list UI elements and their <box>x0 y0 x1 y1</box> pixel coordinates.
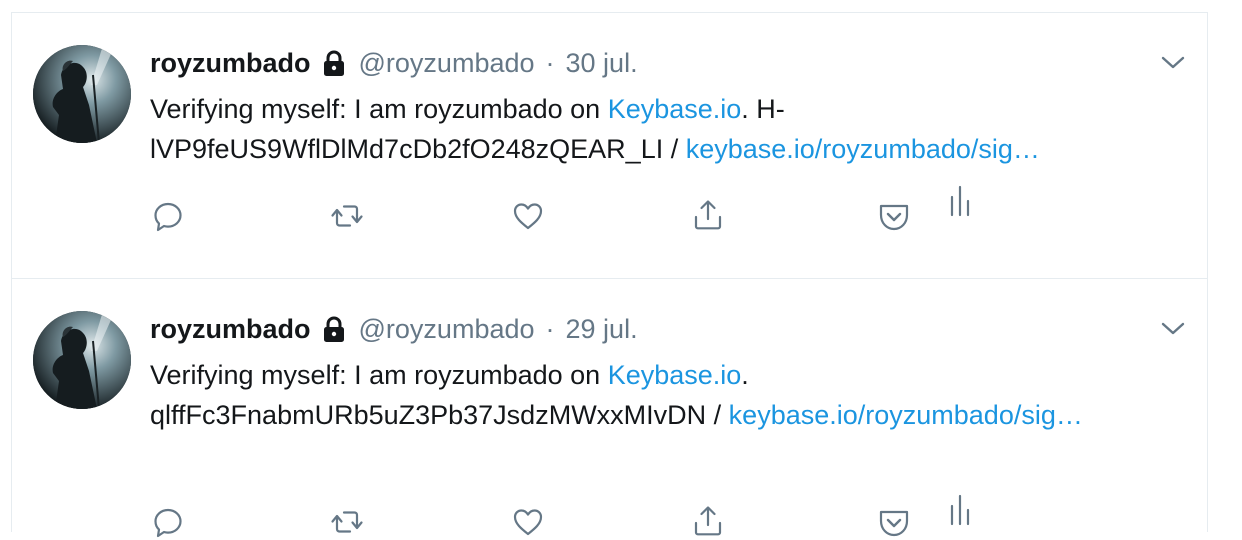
tweet-text: Verifying myself: I am royzumbado on Key… <box>150 89 1170 169</box>
separator-dot: · <box>545 47 555 78</box>
like-icon[interactable] <box>511 505 545 539</box>
tweet-header: royzumbado @royzumbado · 29 jul. <box>150 311 638 347</box>
lock-icon <box>319 314 349 344</box>
chevron-down-icon[interactable] <box>1160 53 1186 73</box>
tweet-date[interactable]: 30 jul. <box>566 48 638 79</box>
tweet-text-prefix: Verifying myself: I am royzumbado on <box>150 94 608 124</box>
user-name[interactable]: royzumbado <box>150 314 311 345</box>
analytics-icon[interactable] <box>945 494 979 528</box>
like-icon[interactable] <box>511 199 545 233</box>
pocket-icon[interactable] <box>877 200 911 234</box>
proof-link[interactable]: keybase.io/royzumbado/sig… <box>729 400 1083 430</box>
proof-link[interactable]: keybase.io/royzumbado/sig… <box>686 134 1040 164</box>
user-name[interactable]: royzumbado <box>150 48 311 79</box>
reply-icon[interactable] <box>151 505 185 539</box>
reply-icon[interactable] <box>151 199 185 233</box>
tweet[interactable]: royzumbado @royzumbado · 30 jul. Verifyi… <box>12 13 1207 279</box>
tweet[interactable]: royzumbado @royzumbado · 29 jul. Verifyi… <box>12 279 1207 539</box>
avatar[interactable] <box>33 45 131 143</box>
keybase-link[interactable]: Keybase.io <box>608 360 742 390</box>
user-handle[interactable]: @royzumbado <box>359 314 535 345</box>
tweet-text-prefix: Verifying myself: I am royzumbado on <box>150 360 608 390</box>
keybase-link[interactable]: Keybase.io <box>608 94 742 124</box>
analytics-icon[interactable] <box>945 185 979 219</box>
user-handle[interactable]: @royzumbado <box>359 48 535 79</box>
tweet-text: Verifying myself: I am royzumbado on Key… <box>150 355 1170 435</box>
share-icon[interactable] <box>691 504 725 538</box>
pocket-icon[interactable] <box>877 506 911 540</box>
share-icon[interactable] <box>691 198 725 232</box>
avatar[interactable] <box>33 311 131 409</box>
retweet-icon[interactable] <box>330 199 364 233</box>
retweet-icon[interactable] <box>330 505 364 539</box>
tweet-header: royzumbado @royzumbado · 30 jul. <box>150 45 638 81</box>
chevron-down-icon[interactable] <box>1160 319 1186 339</box>
separator-dot: · <box>545 313 555 344</box>
lock-icon <box>319 48 349 78</box>
tweet-date[interactable]: 29 jul. <box>566 314 638 345</box>
timeline: royzumbado @royzumbado · 30 jul. Verifyi… <box>11 12 1208 538</box>
